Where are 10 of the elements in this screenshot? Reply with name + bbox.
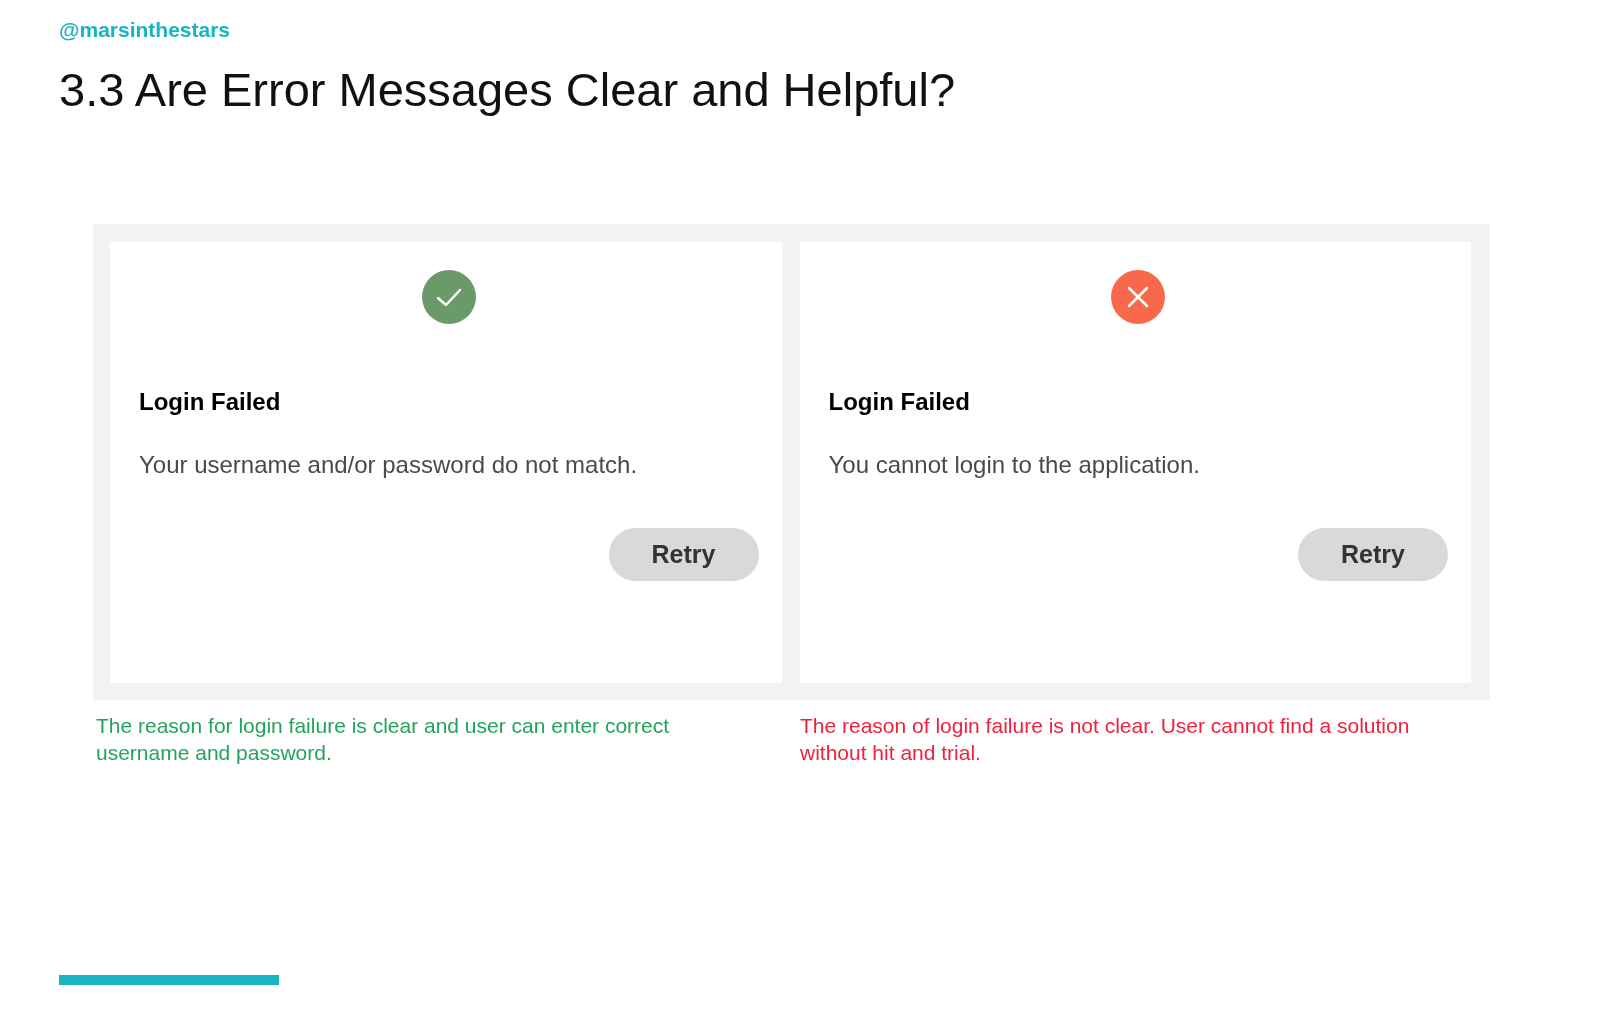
dialog-heading: Login Failed [139, 387, 281, 417]
slide-title: 3.3 Are Error Messages Clear and Helpful? [59, 62, 956, 118]
example-caption: The reason of login failure is not clear. User cannot find a solution without hit and trial. [800, 713, 1411, 766]
author-handle: @marsinthestars [59, 18, 231, 42]
dialog-message: Your username and/or password do not match. [139, 450, 638, 480]
dialog-heading: Login Failed [828, 387, 970, 417]
dialog-message: You cannot login to the application. [828, 450, 1200, 480]
retry-button[interactable]: Retry [608, 528, 759, 581]
retry-button[interactable]: Retry [1298, 528, 1448, 581]
example-caption: The reason for login failure is clear and user can enter correct username and password. [96, 713, 671, 766]
